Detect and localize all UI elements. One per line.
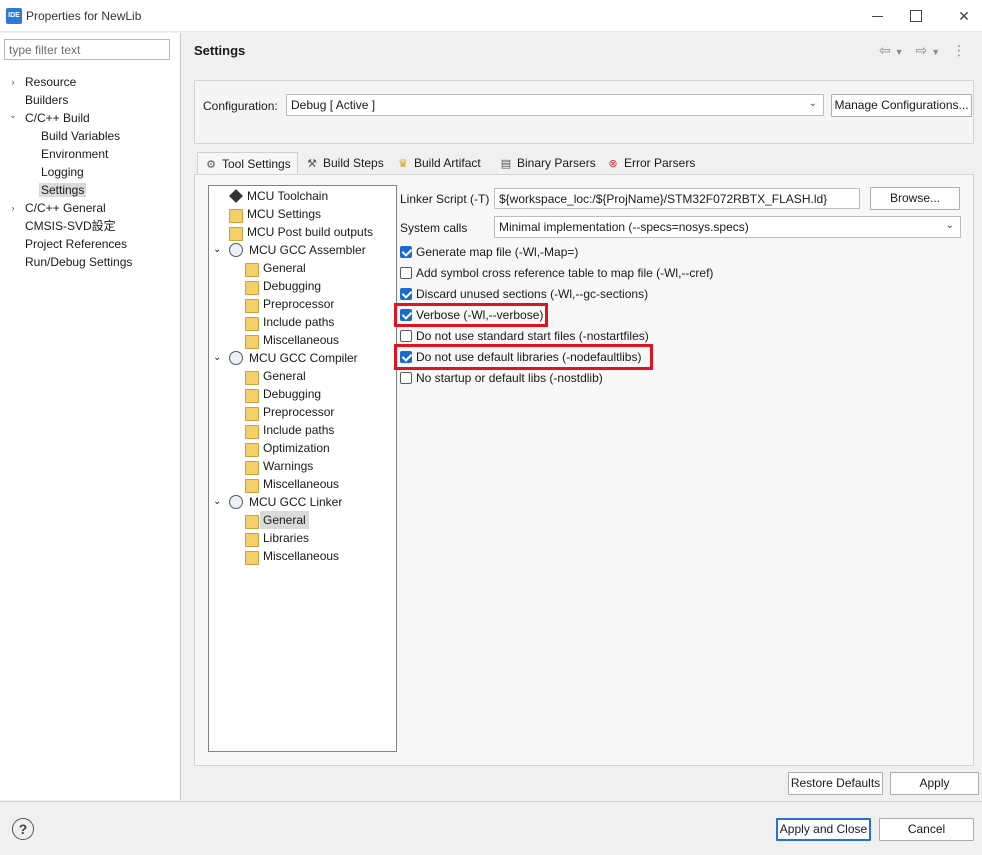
- minimize-button[interactable]: [868, 6, 888, 26]
- trophy-icon: ♛: [398, 158, 408, 170]
- tab-build-artifact[interactable]: ♛ Build Artifact: [396, 152, 481, 174]
- maximize-button[interactable]: [906, 6, 926, 26]
- configuration-select[interactable]: Debug [ Active ] ⌄: [286, 94, 824, 116]
- linker-script-input[interactable]: ${workspace_loc:/${ProjName}/STM32F072RB…: [494, 188, 860, 209]
- nav-item-environment[interactable]: Environment: [41, 145, 108, 163]
- nav-item-cmsis-svd[interactable]: CMSIS-SVD設定: [25, 217, 116, 235]
- chevron-down-icon[interactable]: ⌄: [213, 241, 221, 259]
- cross-reference-checkbox[interactable]: [400, 267, 412, 279]
- nostdlib-checkbox[interactable]: [400, 372, 412, 384]
- dialog-button-bar: ? Apply and Close Cancel: [0, 801, 982, 855]
- folder-icon: [245, 407, 259, 421]
- generate-map-file-checkbox[interactable]: [400, 246, 412, 258]
- nav-item-builders[interactable]: Builders: [25, 91, 68, 109]
- window-title: Properties for NewLib: [26, 9, 142, 23]
- chevron-right-icon[interactable]: ›: [8, 73, 18, 91]
- back-dropdown-icon[interactable]: ▼: [895, 47, 908, 57]
- folder-icon: [245, 281, 259, 295]
- manage-configurations-button[interactable]: Manage Configurations...: [831, 94, 972, 117]
- back-arrow-icon[interactable]: ⇦: [879, 42, 895, 59]
- gear-icon: [229, 351, 243, 365]
- history-nav: ⇦▼ ⇨▼ ⋮: [879, 42, 970, 59]
- folder-icon: [229, 209, 243, 223]
- folder-icon: [245, 371, 259, 385]
- linker-script-label: Linker Script (-T): [400, 192, 490, 206]
- folder-icon: [245, 533, 259, 547]
- folder-icon: [245, 515, 259, 529]
- toolchain-icon: [229, 189, 243, 203]
- tab-build-steps[interactable]: ⚒ Build Steps: [305, 152, 384, 174]
- system-calls-label: System calls: [400, 221, 468, 235]
- tab-error-parsers[interactable]: ⊗ Error Parsers: [606, 152, 695, 174]
- build-steps-icon: ⚒: [307, 158, 317, 170]
- folder-icon: [245, 551, 259, 565]
- app-icon: IDE: [6, 8, 22, 24]
- browse-button[interactable]: Browse...: [870, 187, 960, 210]
- chevron-down-icon[interactable]: ⌄: [213, 493, 221, 511]
- forward-dropdown-icon[interactable]: ▼: [931, 47, 944, 57]
- chevron-down-icon[interactable]: ⌄: [213, 349, 221, 367]
- folder-icon: [245, 479, 259, 493]
- system-calls-select[interactable]: Minimal implementation (--specs=nosys.sp…: [494, 216, 961, 238]
- folder-icon: [245, 335, 259, 349]
- tab-tool-settings[interactable]: ⚙ Tool Settings: [197, 152, 298, 174]
- configuration-group: Configuration: Debug [ Active ] ⌄ Manage…: [194, 80, 974, 144]
- configuration-label: Configuration:: [203, 99, 278, 113]
- apply-button[interactable]: Apply: [890, 772, 979, 795]
- nav-item-project-references[interactable]: Project References: [25, 235, 127, 253]
- apply-and-close-button[interactable]: Apply and Close: [776, 818, 871, 841]
- folder-icon: [245, 389, 259, 403]
- chevron-down-icon[interactable]: ⌄: [8, 106, 18, 124]
- folder-icon: [245, 461, 259, 475]
- forward-arrow-icon[interactable]: ⇨: [915, 42, 931, 59]
- settings-header: Settings ⇦▼ ⇨▼ ⋮: [182, 33, 982, 69]
- folder-icon: [245, 443, 259, 457]
- help-icon[interactable]: ?: [12, 818, 34, 840]
- gear-icon: [229, 495, 243, 509]
- close-button[interactable]: ✕: [954, 6, 974, 26]
- folder-icon: [245, 425, 259, 439]
- tool-tree: MCU Toolchain MCU Settings MCU Post buil…: [208, 185, 397, 752]
- nav-item-build-variables[interactable]: Build Variables: [41, 127, 120, 145]
- nav-item-run-debug-settings[interactable]: Run/Debug Settings: [25, 253, 132, 271]
- filter-input[interactable]: [4, 39, 170, 60]
- folder-icon: [245, 263, 259, 277]
- cancel-button[interactable]: Cancel: [879, 818, 974, 841]
- tool-settings-icon: ⚙: [206, 159, 216, 171]
- verbose-highlight-box: [394, 303, 548, 327]
- title-bar: IDE Properties for NewLib ✕: [0, 0, 982, 32]
- gc-sections-checkbox[interactable]: [400, 288, 412, 300]
- nav-item-settings[interactable]: Settings: [39, 181, 87, 199]
- nav-item-logging[interactable]: Logging: [41, 163, 84, 181]
- nodefaultlibs-highlight-box: [394, 344, 653, 370]
- restore-defaults-button[interactable]: Restore Defaults: [788, 772, 883, 795]
- page-title: Settings: [194, 43, 246, 58]
- property-navigation-pane: › Resource Builders ⌄ C/C++ Build Build …: [0, 33, 181, 800]
- binary-icon: ▤: [500, 158, 512, 170]
- chevron-down-icon: ⌄: [945, 220, 954, 231]
- nostartfiles-checkbox[interactable]: [400, 330, 412, 342]
- chevron-right-icon[interactable]: ›: [8, 199, 18, 217]
- folder-icon: [245, 317, 259, 331]
- folder-icon: [229, 227, 243, 241]
- error-icon: ⊗: [608, 158, 618, 170]
- chevron-down-icon: ⌄: [808, 98, 817, 109]
- tab-binary-parsers[interactable]: ▤ Binary Parsers: [499, 152, 596, 174]
- more-options-icon[interactable]: ⋮: [952, 42, 970, 59]
- gear-icon: [229, 243, 243, 257]
- folder-icon: [245, 299, 259, 313]
